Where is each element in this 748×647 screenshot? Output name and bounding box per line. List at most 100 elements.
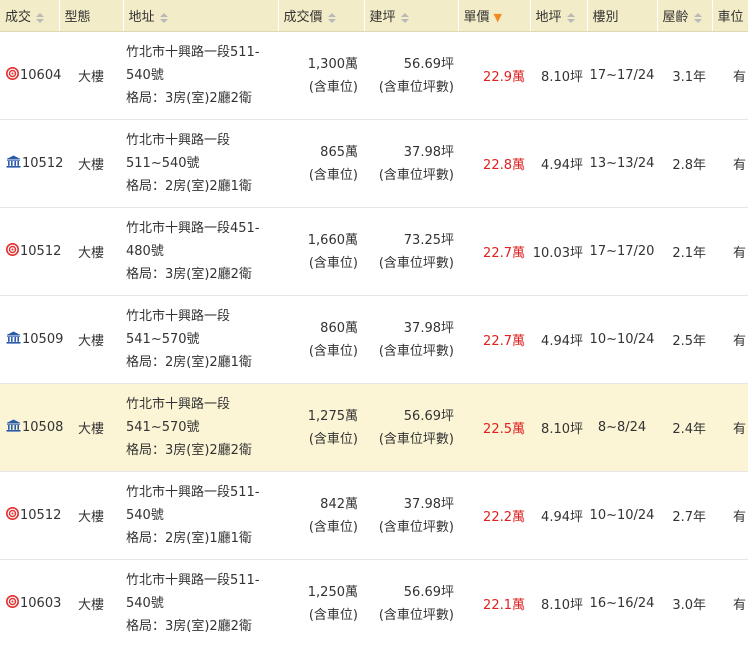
col-header-unit-price[interactable]: 單價▼: [458, 0, 530, 32]
table-row[interactable]: 10508 大樓 竹北市十興路一段 541~570號 格局：3房(室)2廳2衛 …: [0, 384, 748, 472]
type-value: 大樓: [78, 510, 104, 525]
price-value: 1,250萬: [278, 581, 358, 604]
land-value: 4.94坪: [541, 334, 583, 349]
address-cell: 竹北市十興路一段511- 540號 格局：3房(室)2廳2衛: [123, 32, 278, 120]
col-header-area[interactable]: 建坪: [364, 0, 458, 32]
price-cell: 1,250萬 (含車位): [278, 560, 364, 647]
date-value: 10512: [20, 508, 61, 523]
address-cell: 竹北市十興路一段451- 480號 格局：3房(室)2廳2衛: [123, 208, 278, 296]
price-cell: 842萬 (含車位): [278, 472, 364, 560]
address-line-2: 541~570號: [126, 416, 278, 439]
parking-value: 有: [733, 510, 746, 525]
layout-text: 格局：2房(室)2廳1衛: [126, 351, 278, 374]
unit-price-cell: 22.2萬: [458, 472, 530, 560]
age-cell: 3.1年: [657, 32, 712, 120]
price-cell: 865萬 (含車位): [278, 120, 364, 208]
age-value: 3.1年: [672, 70, 706, 85]
government-icon: [6, 155, 21, 172]
price-value: 860萬: [278, 317, 358, 340]
unit-price-cell: 22.5萬: [458, 384, 530, 472]
date-cell: 10508: [0, 384, 59, 472]
layout-text: 格局：3房(室)2廳2衛: [126, 263, 278, 286]
age-value: 2.5年: [672, 334, 706, 349]
col-header-type: 型態: [59, 0, 123, 32]
price-note: (含車位): [278, 164, 358, 187]
type-value: 大樓: [78, 334, 104, 349]
age-cell: 2.7年: [657, 472, 712, 560]
area-value: 56.69坪: [364, 405, 454, 428]
unit-price-cell: 22.1萬: [458, 560, 530, 647]
address-line-1: 竹北市十興路一段: [126, 129, 278, 152]
target-icon: [6, 67, 19, 84]
parking-cell: 有: [712, 208, 748, 296]
address-cell: 竹北市十興路一段511- 540號 格局：3房(室)2廳2衛: [123, 560, 278, 647]
col-header-price[interactable]: 成交價: [278, 0, 364, 32]
type-value: 大樓: [78, 158, 104, 173]
parking-cell: 有: [712, 120, 748, 208]
parking-cell: 有: [712, 560, 748, 647]
price-value: 1,275萬: [278, 405, 358, 428]
table-row[interactable]: 10604 大樓 竹北市十興路一段511- 540號 格局：3房(室)2廳2衛 …: [0, 32, 748, 120]
age-value: 2.1年: [672, 246, 706, 261]
land-value: 4.94坪: [541, 510, 583, 525]
age-cell: 2.4年: [657, 384, 712, 472]
area-value: 37.98坪: [364, 493, 454, 516]
table-row[interactable]: 10509 大樓 竹北市十興路一段 541~570號 格局：2房(室)2廳1衛 …: [0, 296, 748, 384]
col-header-date[interactable]: 成交: [0, 0, 59, 32]
price-cell: 1,300萬 (含車位): [278, 32, 364, 120]
unit-price-value: 22.7萬: [483, 246, 525, 261]
address-line-2: 540號: [126, 504, 278, 527]
table-row[interactable]: 10603 大樓 竹北市十興路一段511- 540號 格局：3房(室)2廳2衛 …: [0, 560, 748, 647]
layout-text: 格局：3房(室)2廳2衛: [126, 439, 278, 462]
sort-desc-icon: ▼: [494, 11, 502, 24]
date-cell: 10512: [0, 472, 59, 560]
land-cell: 4.94坪: [530, 120, 587, 208]
floor-value: 8~8/24: [598, 420, 646, 435]
date-value: 10603: [20, 596, 61, 611]
date-value: 10508: [22, 420, 63, 435]
sort-icon: [160, 13, 168, 23]
col-header-address[interactable]: 地址: [123, 0, 278, 32]
table-row[interactable]: 10512 大樓 竹北市十興路一段511- 540號 格局：2房(室)1廳1衛 …: [0, 472, 748, 560]
table-row[interactable]: 10512 大樓 竹北市十興路一段 511~540號 格局：2房(室)2廳1衛 …: [0, 120, 748, 208]
parking-value: 有: [733, 422, 746, 437]
land-cell: 8.10坪: [530, 32, 587, 120]
floor-cell: 10~10/24: [587, 296, 657, 384]
floor-cell: 10~10/24: [587, 472, 657, 560]
floor-cell: 17~17/20: [587, 208, 657, 296]
address-line-1: 竹北市十興路一段511-: [126, 569, 278, 592]
parking-cell: 有: [712, 296, 748, 384]
type-cell: 大樓: [59, 208, 123, 296]
address-cell: 竹北市十興路一段 541~570號 格局：3房(室)2廳2衛: [123, 384, 278, 472]
government-icon: [6, 419, 21, 436]
address-line-2: 480號: [126, 240, 278, 263]
area-cell: 37.98坪 (含車位坪數): [364, 120, 458, 208]
price-note: (含車位): [278, 516, 358, 539]
unit-price-cell: 22.7萬: [458, 208, 530, 296]
table-row[interactable]: 10512 大樓 竹北市十興路一段451- 480號 格局：3房(室)2廳2衛 …: [0, 208, 748, 296]
floor-value: 10~10/24: [590, 508, 655, 523]
target-icon: [6, 507, 19, 524]
price-note: (含車位): [278, 76, 358, 99]
type-cell: 大樓: [59, 32, 123, 120]
price-cell: 1,275萬 (含車位): [278, 384, 364, 472]
area-cell: 37.98坪 (含車位坪數): [364, 296, 458, 384]
address-cell: 竹北市十興路一段 541~570號 格局：2房(室)2廳1衛: [123, 296, 278, 384]
price-cell: 1,660萬 (含車位): [278, 208, 364, 296]
area-note: (含車位坪數): [364, 252, 454, 275]
parking-value: 有: [733, 334, 746, 349]
land-cell: 4.94坪: [530, 296, 587, 384]
col-header-age[interactable]: 屋齡: [657, 0, 712, 32]
date-value: 10512: [20, 244, 61, 259]
parking-value: 有: [733, 70, 746, 85]
col-header-land[interactable]: 地坪: [530, 0, 587, 32]
date-value: 10604: [20, 68, 61, 83]
parking-value: 有: [733, 598, 746, 613]
land-value: 4.94坪: [541, 158, 583, 173]
government-icon: [6, 331, 21, 348]
address-line-1: 竹北市十興路一段511-: [126, 41, 278, 64]
land-cell: 10.03坪: [530, 208, 587, 296]
address-line-1: 竹北市十興路一段: [126, 305, 278, 328]
price-note: (含車位): [278, 428, 358, 451]
sort-icon: [36, 13, 44, 23]
